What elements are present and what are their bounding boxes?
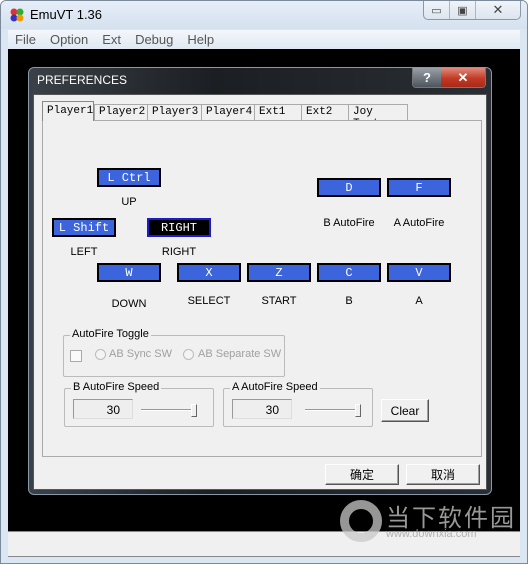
tab-ext1[interactable]: Ext1 [254,104,302,121]
key-down[interactable]: W [97,263,161,282]
label-left: LEFT [70,246,98,258]
dialog-controls: ? ✕ [412,68,486,88]
menu-option[interactable]: Option [43,30,95,49]
label-right: RIGHT [161,246,197,258]
b-speed-slider-track [141,409,197,411]
a-speed-slider-track [305,409,361,411]
key-b-autofire[interactable]: D [317,178,381,197]
label-b: B [345,295,353,307]
dialog-body: Player1 Player2 Player3 Player4 Ext1 Ext… [33,94,487,490]
preferences-dialog: PREFERENCES ? ✕ Player1 Player2 Player3 … [28,67,492,495]
label-a: A [415,295,423,307]
a-speed-slider-thumb[interactable] [355,404,361,417]
label-down: DOWN [111,298,147,310]
key-right[interactable]: RIGHT [147,218,211,237]
tab-player3[interactable]: Player3 [147,104,202,121]
label-a-autofire: A AutoFire [393,217,445,229]
window-controls: ▭ ▣ ✕ [423,1,521,20]
dialog-title: PREFERENCES [37,73,128,87]
ok-button[interactable]: 确定 [325,464,399,485]
label-select: SELECT [187,295,231,307]
close-button[interactable]: ✕ [476,1,520,19]
a-speed-group: A AutoFire Speed 30 [223,381,373,427]
tab-joy-test[interactable]: Joy Test [348,104,408,130]
a-speed-slider[interactable] [305,404,361,417]
status-bar [8,531,520,557]
clear-button[interactable]: Clear [381,399,429,422]
menu-file[interactable]: File [8,30,43,49]
window-title: EmuVT 1.36 [30,7,103,22]
menu-ext[interactable]: Ext [95,30,128,49]
ab-separate-label: AB Separate SW [198,348,282,360]
ab-sync-radio[interactable] [95,349,106,360]
tab-panel-player1: L Ctrl UP L Shift LEFT RIGHT RIGHT D B A… [42,120,482,457]
key-a-autofire[interactable]: F [387,178,451,197]
a-speed-value: 30 [232,399,292,419]
key-a[interactable]: V [387,263,451,282]
b-speed-value: 30 [73,399,133,419]
app-icon [10,8,24,22]
label-up: UP [121,196,137,208]
title-bar: EmuVT 1.36 ▭ ▣ ✕ [1,1,527,29]
minimize-button[interactable]: ▭ [424,1,450,19]
a-speed-title: A AutoFire Speed [230,381,320,393]
b-speed-title: B AutoFire Speed [71,381,162,393]
autofire-toggle-group: AutoFire Toggle AB Sync SW AB Separate S… [63,328,285,377]
ab-sync-label: AB Sync SW [109,348,172,360]
ab-separate-radio[interactable] [183,349,194,360]
key-b[interactable]: C [317,263,381,282]
b-speed-slider-thumb[interactable] [191,404,197,417]
key-up[interactable]: L Ctrl [97,168,161,187]
dialog-close-button[interactable]: ✕ [441,68,485,87]
key-start[interactable]: Z [247,263,311,282]
tab-ext2[interactable]: Ext2 [301,104,349,121]
tab-player2[interactable]: Player2 [94,104,148,121]
key-select[interactable]: X [177,263,241,282]
tab-player1[interactable]: Player1 [42,101,94,121]
tab-player4[interactable]: Player4 [201,104,255,121]
maximize-button[interactable]: ▣ [450,1,476,19]
menu-help[interactable]: Help [180,30,221,49]
b-speed-slider[interactable] [141,404,197,417]
autofire-toggle-checkbox[interactable] [70,350,82,362]
cancel-button[interactable]: 取消 [406,464,480,485]
menu-debug[interactable]: Debug [128,30,180,49]
key-left[interactable]: L Shift [52,218,116,237]
autofire-toggle-title: AutoFire Toggle [70,328,151,340]
tab-strip: Player1 Player2 Player3 Player4 Ext1 Ext… [42,101,408,130]
menu-bar: File Option Ext Debug Help [8,30,520,49]
label-start: START [261,295,297,307]
help-button[interactable]: ? [413,68,441,87]
b-speed-group: B AutoFire Speed 30 [64,381,214,427]
